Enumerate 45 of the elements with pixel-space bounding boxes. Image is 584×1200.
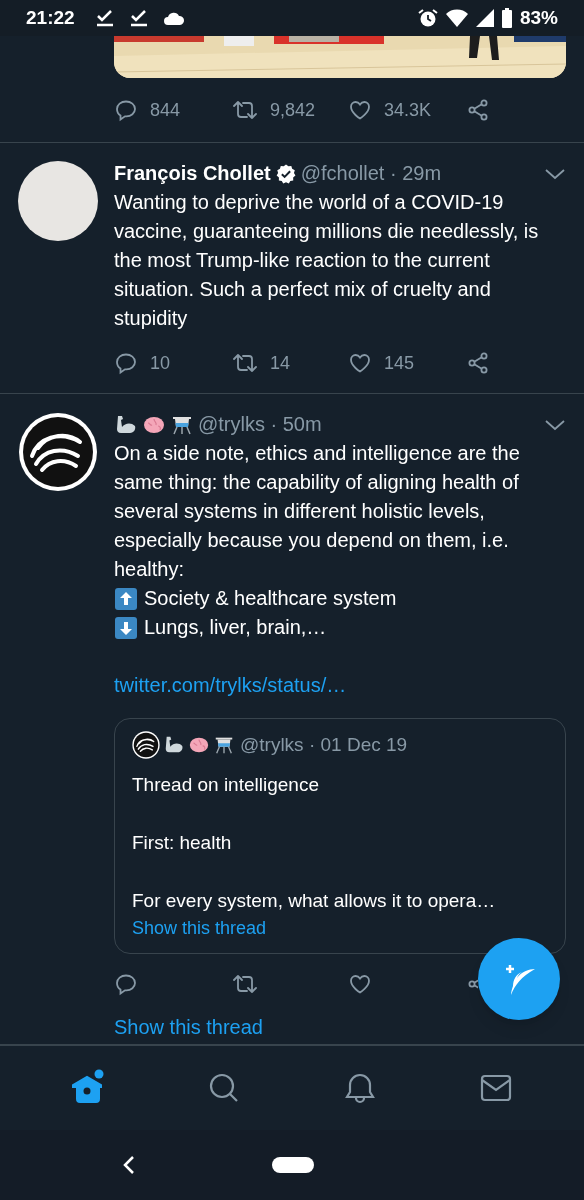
heart-icon[interactable] (348, 98, 372, 122)
share-icon[interactable] (466, 98, 490, 122)
share-icon[interactable] (466, 351, 490, 375)
tweet-link[interactable]: twitter.com/trylks/status/… (114, 671, 347, 700)
count: 10 (150, 351, 171, 375)
retweet-icon[interactable] (232, 98, 258, 122)
handle-and-date: @trylks · 01 Dec 19 (240, 733, 408, 757)
quoted-text: For every system, what allows it to opera… (132, 888, 497, 913)
download-done-icon (94, 9, 115, 27)
cloud-icon (162, 11, 185, 25)
signal-icon (475, 9, 494, 27)
battery-icon (501, 8, 512, 28)
quoted-text: First: health (132, 830, 233, 855)
reply-icon[interactable] (114, 98, 138, 122)
tweet-text: Wanting to deprive the world of a COVID-19 vaccine, guaranteeing millions die needlessly, is the most Trump-like reaction to the current situation. Such a perfect mix of cruelty and stupidity (114, 190, 540, 331)
alarm-icon (417, 8, 438, 28)
show-thread-link[interactable]: Show this thread (132, 914, 267, 941)
count: 34.3K (384, 98, 432, 122)
reply-icon[interactable] (114, 351, 138, 375)
avatar[interactable] (132, 731, 160, 760)
home-pill[interactable] (272, 1157, 314, 1173)
tweet-text: On a side note, ethics and intelligence are the same thing: the capability of aligning health of several systems in different holistic levels, especially because you depend on them, i.e. healthy: (114, 441, 521, 582)
list-item-text: Society & healthcare system (144, 586, 397, 611)
list-item-text: Lungs, liver, brain,… (144, 615, 327, 640)
heart-icon[interactable] (348, 351, 372, 375)
count: 145 (384, 351, 415, 375)
handle-and-time: @trylks · 50m (198, 412, 322, 437)
handle-and-time: @fchollet · 29m (300, 161, 442, 186)
quoted-text: Thread on intelligence (132, 772, 320, 797)
bell-icon[interactable] (344, 1071, 376, 1105)
battery-percent: 83% (519, 5, 558, 30)
chevron-down-icon[interactable] (544, 417, 566, 432)
avatar[interactable] (18, 412, 98, 492)
chevron-down-icon[interactable] (544, 166, 566, 181)
display-name[interactable]: François Chollet (114, 159, 271, 188)
count: 9,842 (270, 98, 316, 122)
count: 14 (270, 351, 291, 375)
back-icon[interactable] (122, 1155, 136, 1175)
clock: 21:22 (26, 5, 75, 30)
mail-icon[interactable] (480, 1074, 512, 1102)
count: 844 (150, 98, 181, 122)
wifi-icon (445, 9, 468, 27)
show-thread-link[interactable]: Show this thread (114, 1013, 263, 1044)
retweet-icon[interactable] (232, 351, 258, 375)
download-done-icon (128, 9, 149, 27)
